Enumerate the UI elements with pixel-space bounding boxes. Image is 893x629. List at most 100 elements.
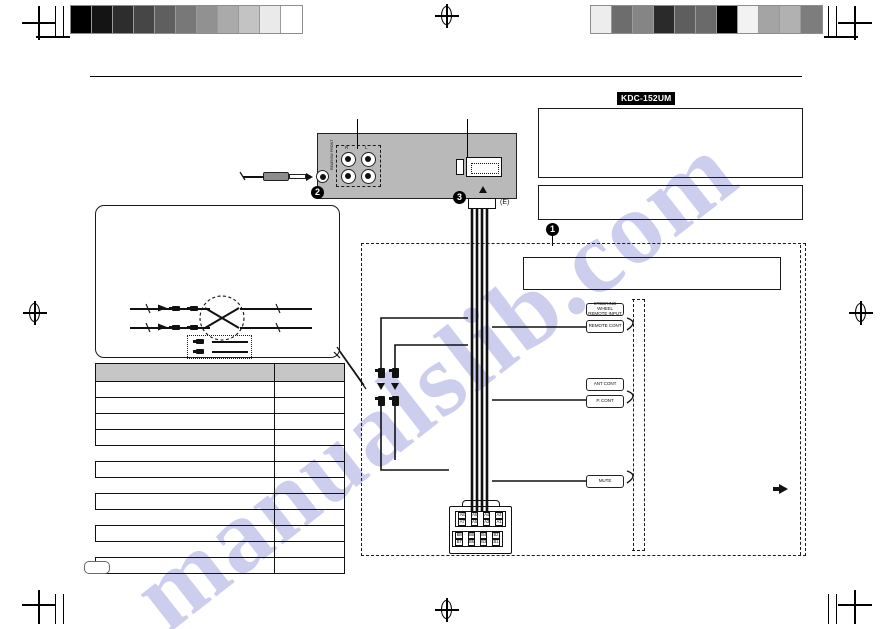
- crop-mark-br-v: [854, 590, 856, 624]
- grayscale-bar-right: [590, 5, 823, 34]
- table-body: [94, 381, 345, 574]
- table-cell-label: [94, 429, 276, 446]
- gray-swatch: [675, 6, 696, 33]
- label-mute: MUTE: [586, 475, 624, 488]
- pin-row-a-upper: A8 A6 A4 A2: [456, 512, 505, 519]
- callout-2: 2: [311, 186, 324, 199]
- label-ant-cont: ANT CONT: [586, 378, 624, 391]
- gray-swatch: [591, 6, 612, 33]
- callout-3: 3: [453, 191, 466, 204]
- gray-swatch: [801, 6, 822, 33]
- pin-b4: B4: [479, 532, 488, 539]
- page-number-badge: [84, 561, 110, 574]
- model-tag: KDC-152UM: [617, 92, 676, 105]
- rca-jack-front-right: [341, 152, 356, 167]
- crop-mark-bl-v: [38, 590, 40, 624]
- table-row: [95, 509, 345, 526]
- note-box-wide: [523, 257, 781, 290]
- table-row: [94, 493, 345, 510]
- gray-swatch: [654, 6, 675, 33]
- header-rule: [90, 76, 802, 78]
- table-cell-label: [94, 381, 276, 398]
- table-cell-label: [94, 461, 276, 478]
- table-cell-value: [274, 509, 345, 526]
- trim-line-left-bottom2: [63, 594, 65, 624]
- table-row: [95, 477, 345, 494]
- gray-swatch: [197, 6, 218, 33]
- antenna-jack: [316, 170, 329, 183]
- label-steering-wheel-remote-input: STEERING WHEEL REMOTE INPUT: [586, 301, 624, 316]
- table-cell-label: [94, 397, 276, 414]
- gray-swatch: [633, 6, 654, 33]
- continuation-arrow: [779, 484, 788, 494]
- note-box-top: [538, 108, 803, 178]
- inset-cable-bottom-right: [240, 327, 312, 329]
- trim-line-right-bottom: [828, 594, 830, 624]
- pin-row-a-lower: A7 A5 A3 A1: [456, 519, 505, 526]
- pin-a3: A3: [482, 519, 491, 526]
- crop-mark-tl-v: [38, 6, 40, 40]
- note-box-second: [538, 185, 803, 220]
- table-cell-label: [94, 493, 276, 510]
- table-cell-value: [274, 477, 345, 494]
- table-header-cell-1: [94, 363, 276, 382]
- label-remote-cont: REMOTE CONT: [586, 320, 624, 333]
- manual-page: manualslib.com KDC-152UM R L FRONT REAR/…: [0, 0, 893, 629]
- pin-b2: B2: [492, 532, 500, 539]
- rca-mate-arrow-1: [377, 383, 385, 390]
- pin-row-b-lower: B7 B5 B3 B1: [453, 539, 502, 546]
- table-cell-value: [274, 461, 345, 478]
- table-cell-label: [95, 541, 276, 558]
- table-cell-value: [274, 493, 345, 510]
- pin-b3: B3: [479, 539, 488, 546]
- table-row: [95, 541, 345, 558]
- pin-b1: B1: [492, 539, 500, 546]
- table-cell-value: [274, 557, 345, 574]
- pin-a7: A7: [458, 519, 466, 526]
- crop-mark-tr-v: [854, 6, 856, 40]
- trim-line-left-top: [55, 6, 57, 36]
- gray-swatch: [239, 6, 260, 33]
- gray-swatch: [134, 6, 155, 33]
- continuation-arrow-stem: [773, 486, 780, 491]
- harness-plug-e: [468, 198, 496, 209]
- inset-cable-top-right: [240, 308, 312, 310]
- inset-plug-3: [169, 325, 180, 330]
- rca-mate-arrow-2: [391, 383, 399, 390]
- harness-pin-grid-b: B8 B6 B4 B2 B7 B5 B3 B1: [452, 531, 503, 547]
- table-cell-value: [274, 397, 345, 414]
- trim-line-left-top2: [63, 6, 65, 36]
- table-cell-value: [274, 541, 345, 558]
- rca-label-r: R: [345, 145, 349, 150]
- inset-plug-2: [187, 306, 198, 311]
- gray-swatch: [759, 6, 780, 33]
- harness-pin-grid-a: A8 A6 A4 A2 A7 A5 A3 A1: [455, 511, 506, 527]
- pin-b6: B6: [467, 532, 476, 539]
- registration-mark-top: [435, 4, 459, 28]
- grayscale-bar-left: [70, 5, 303, 34]
- table-cell-label: [94, 557, 276, 574]
- iso-connector-tab: [456, 159, 464, 175]
- rca-label-front: FRONT: [330, 139, 334, 152]
- table-cell-value: [274, 525, 345, 542]
- pin-b5: B5: [467, 539, 476, 546]
- table-header-cell-2: [274, 363, 345, 382]
- callout-1: 1: [546, 223, 559, 236]
- table-row: [94, 397, 345, 414]
- table-cell-label: [95, 477, 276, 494]
- table-cell-value: [274, 429, 345, 446]
- gray-swatch: [218, 6, 239, 33]
- gray-swatch: [281, 6, 302, 33]
- gray-swatch: [780, 6, 801, 33]
- inset-sub-plug-a: [193, 339, 204, 344]
- registration-mark-right: [849, 301, 873, 325]
- pin-a6: A6: [470, 512, 479, 519]
- label-p-cont: P. CONT: [586, 395, 624, 408]
- rca-jack-rear-left: [361, 169, 376, 184]
- harness-rca-plug-2: [389, 368, 399, 378]
- table-row: [94, 461, 345, 478]
- table-cell-value: [274, 381, 345, 398]
- pin-a8: A8: [458, 512, 466, 519]
- leader-line-connector: [467, 119, 469, 157]
- terminal-rail-dashed-right: [632, 299, 645, 551]
